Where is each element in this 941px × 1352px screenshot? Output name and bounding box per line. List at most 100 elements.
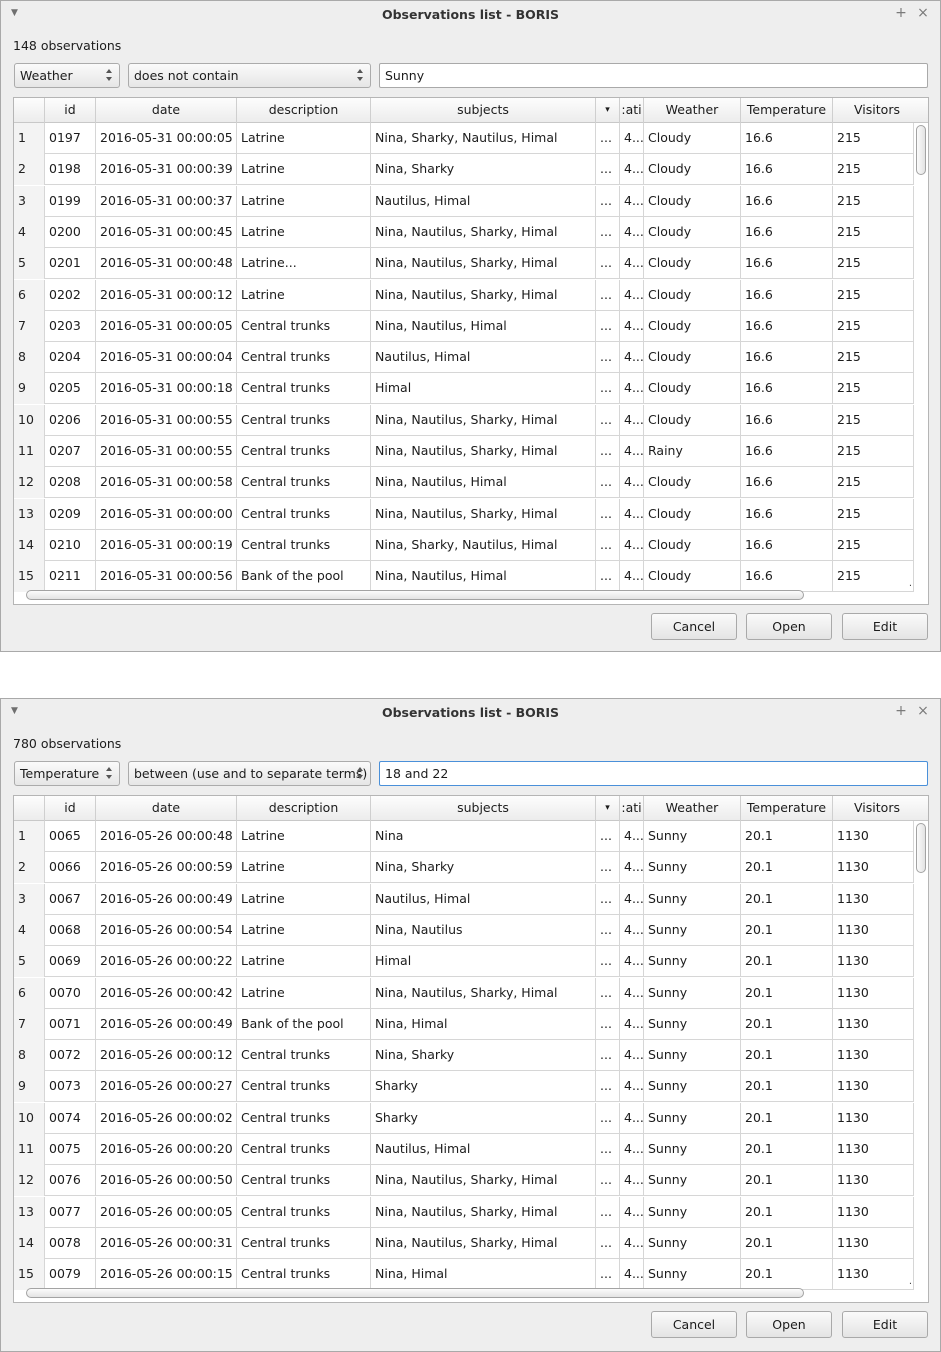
cell-weather: Sunny (644, 1227, 741, 1259)
cell-location: 4... (620, 248, 644, 280)
filter-field-select[interactable]: Temperature (14, 761, 120, 786)
table-row[interactable]: 14 0210 2016-05-31 00:00:19 Central trunks N… (14, 529, 914, 561)
window-title: Observations list - BORIS (381, 705, 560, 720)
maximize-icon[interactable]: + (894, 5, 908, 21)
table-row[interactable]: 15 0079 2016-05-26 00:00:15 Central trunks N… (14, 1259, 914, 1291)
header-location[interactable]: :ati (620, 796, 644, 821)
table-row[interactable]: 15 0211 2016-05-31 00:00:56 Bank of the poo… (14, 561, 914, 593)
filter-value-input[interactable]: 18 and 22 (379, 761, 928, 786)
table-row[interactable]: 6 0202 2016-05-31 00:00:12 Latrine Nina, Nau… (14, 279, 914, 311)
table-row[interactable]: 14 0078 2016-05-26 00:00:31 Central trunks N… (14, 1227, 914, 1259)
table-row[interactable]: 7 0071 2016-05-26 00:00:49 Bank of the pool… (14, 1008, 914, 1040)
table-row[interactable]: 12 0076 2016-05-26 00:00:50 Central trunks N… (14, 1165, 914, 1197)
cell-date: 2016-05-31 00:00:18 (96, 373, 237, 405)
sort-indicator-icon[interactable]: ▾ (596, 796, 620, 821)
header-location[interactable]: :ati (620, 98, 644, 123)
row-number: 3 (14, 185, 45, 217)
table-row[interactable]: 3 0199 2016-05-31 00:00:37 Latrine Nautilus,… (14, 185, 914, 217)
table-row[interactable]: 8 0204 2016-05-31 00:00:04 Central trunks Na… (14, 342, 914, 374)
open-button[interactable]: Open (746, 1311, 832, 1338)
edit-button[interactable]: Edit (842, 613, 928, 640)
cell-date: 2016-05-26 00:00:12 (96, 1040, 237, 1072)
vertical-scrollbar[interactable] (916, 823, 926, 1285)
cell-description: Central trunks (237, 498, 371, 530)
horizontal-scrollbar[interactable] (26, 1288, 804, 1298)
filter-operator-select[interactable]: between (use and to separate terms) (128, 761, 371, 786)
cell-date: 2016-05-31 00:00:55 (96, 404, 237, 436)
header-date[interactable]: date (96, 796, 237, 821)
cell-date: 2016-05-26 00:00:42 (96, 977, 237, 1009)
cell-weather: Sunny (644, 1259, 741, 1291)
table-row[interactable]: 5 0069 2016-05-26 00:00:22 Latrine Himal... 4… (14, 946, 914, 978)
table-row[interactable]: 6 0070 2016-05-26 00:00:42 Latrine Nina, Nau… (14, 977, 914, 1009)
cell-id: 0069 (45, 946, 96, 978)
vertical-scroll-thumb[interactable] (916, 823, 926, 873)
sort-indicator-icon[interactable]: ▾ (596, 98, 620, 123)
header-date[interactable]: date (96, 98, 237, 123)
header-temperature[interactable]: Temperature (741, 98, 833, 123)
cell-temperature: 20.1 (741, 1008, 833, 1040)
cell-description: Central trunks (237, 404, 371, 436)
table-row[interactable]: 9 0205 2016-05-31 00:00:18 Central trunks Hi… (14, 373, 914, 405)
header-weather[interactable]: Weather (644, 98, 741, 123)
cell-id: 0208 (45, 467, 96, 499)
table-row[interactable]: 4 0200 2016-05-31 00:00:45 Latrine Nina, Nau… (14, 216, 914, 248)
header-weather[interactable]: Weather (644, 796, 741, 821)
header-id[interactable]: id (45, 796, 96, 821)
header-description[interactable]: description (237, 796, 371, 821)
cell-description: Central trunks (237, 310, 371, 342)
filter-field-select[interactable]: Weather (14, 63, 120, 88)
edit-button[interactable]: Edit (842, 1311, 928, 1338)
table-row[interactable]: 2 0066 2016-05-26 00:00:59 Latrine Nina, Sha… (14, 852, 914, 884)
cell-visitors: 1130 (833, 914, 914, 946)
vertical-scrollbar[interactable] (916, 125, 926, 587)
table-row[interactable]: 9 0073 2016-05-26 00:00:27 Central trunks Sh… (14, 1071, 914, 1103)
table-row[interactable]: 5 0201 2016-05-31 00:00:48 Latrine... Nina, … (14, 248, 914, 280)
maximize-icon[interactable]: + (894, 703, 908, 719)
observations-window: ▼ Observations list - BORIS + × 148 obse… (0, 0, 941, 652)
close-icon[interactable]: × (916, 5, 930, 21)
table-row[interactable]: 10 0206 2016-05-31 00:00:55 Central trunks N… (14, 404, 914, 436)
cancel-button[interactable]: Cancel (651, 613, 737, 640)
table-row[interactable]: 1 0065 2016-05-26 00:00:48 Latrine Nina... 4.… (14, 821, 914, 852)
header-subjects[interactable]: subjects (371, 796, 596, 821)
header-corner (14, 796, 45, 821)
table-row[interactable]: 11 0207 2016-05-31 00:00:55 Central trunks N… (14, 436, 914, 467)
horizontal-scrollbar[interactable] (26, 590, 804, 600)
vertical-scroll-thumb[interactable] (916, 125, 926, 175)
cancel-button[interactable]: Cancel (651, 1311, 737, 1338)
cell-subjects: Nina, Sharky (371, 852, 596, 884)
close-icon[interactable]: × (916, 703, 930, 719)
header-subjects[interactable]: subjects (371, 98, 596, 123)
cell-date: 2016-05-26 00:00:49 (96, 883, 237, 915)
row-number: 4 (14, 216, 45, 248)
table-row[interactable]: 2 0198 2016-05-31 00:00:39 Latrine Nina, Sha… (14, 154, 914, 186)
cell-ellipsis: ... (596, 977, 620, 1009)
table-row[interactable]: 1 0197 2016-05-31 00:00:05 Latrine Nina, Sha… (14, 123, 914, 154)
table-row[interactable]: 13 0209 2016-05-31 00:00:00 Central trunks N… (14, 498, 914, 530)
cell-location: 4... (620, 342, 644, 374)
table-row[interactable]: 10 0074 2016-05-26 00:00:02 Central trunks S… (14, 1102, 914, 1134)
row-number: 15 (14, 561, 45, 593)
table-row[interactable]: 13 0077 2016-05-26 00:00:05 Central trunks N… (14, 1196, 914, 1228)
filter-value-input[interactable]: Sunny (379, 63, 928, 88)
row-number: 12 (14, 467, 45, 499)
cell-visitors: 215 (833, 185, 914, 217)
header-visitors[interactable]: Visitors (833, 796, 921, 821)
cell-date: 2016-05-26 00:00:50 (96, 1165, 237, 1197)
header-temperature[interactable]: Temperature (741, 796, 833, 821)
cell-date: 2016-05-26 00:00:54 (96, 914, 237, 946)
table-row[interactable]: 3 0067 2016-05-26 00:00:49 Latrine Nautilus,… (14, 883, 914, 915)
header-id[interactable]: id (45, 98, 96, 123)
filter-operator-select[interactable]: does not contain (128, 63, 371, 88)
table-row[interactable]: 4 0068 2016-05-26 00:00:54 Latrine Nina, Nau… (14, 914, 914, 946)
table-row[interactable]: 8 0072 2016-05-26 00:00:12 Central trunks Ni… (14, 1040, 914, 1072)
open-button[interactable]: Open (746, 613, 832, 640)
table-row[interactable]: 12 0208 2016-05-31 00:00:58 Central trunks N… (14, 467, 914, 499)
row-number: 9 (14, 1071, 45, 1103)
header-description[interactable]: description (237, 98, 371, 123)
header-visitors[interactable]: Visitors (833, 98, 921, 123)
table-row[interactable]: 11 0075 2016-05-26 00:00:20 Central trunks N… (14, 1134, 914, 1165)
table-row[interactable]: 7 0203 2016-05-31 00:00:05 Central trunks Ni… (14, 310, 914, 342)
cell-description: Bank of the pool (237, 1008, 371, 1040)
